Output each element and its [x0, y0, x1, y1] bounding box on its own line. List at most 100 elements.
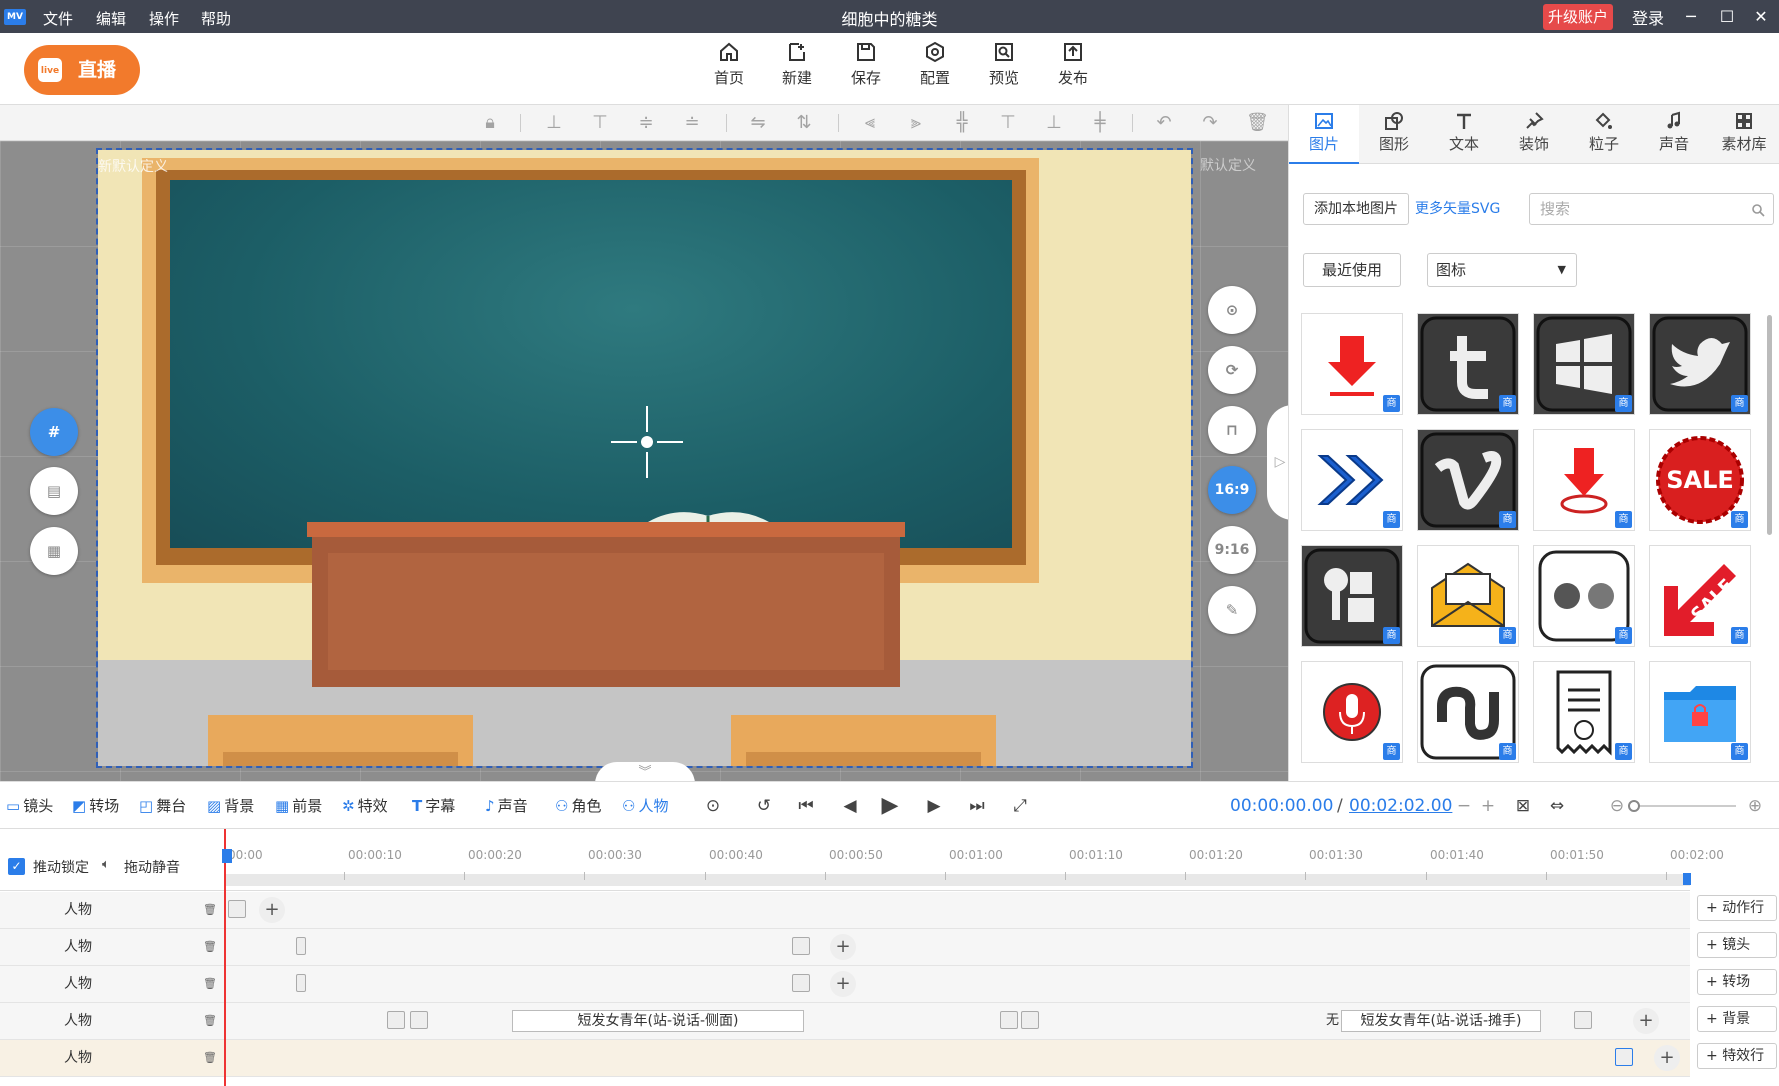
- add-camera-button[interactable]: + 镜头: [1697, 932, 1777, 958]
- ratio-9-16-button[interactable]: 9:16: [1208, 526, 1256, 574]
- total-time[interactable]: 00:02:02.00: [1349, 782, 1452, 830]
- tab-decorations[interactable]: 装饰: [1499, 105, 1569, 164]
- add-effect-row-button[interactable]: + 特效行: [1697, 1043, 1777, 1069]
- asset-item[interactable]: 商: [1417, 313, 1519, 415]
- keyframe[interactable]: [792, 937, 810, 955]
- trash-icon[interactable]: 🗑︎: [203, 1014, 217, 1027]
- calendar-icon[interactable]: ▦: [30, 527, 78, 575]
- ratio-16-9-button[interactable]: 16:9: [1208, 466, 1256, 514]
- home-button[interactable]: 首页: [699, 41, 759, 88]
- keyframe[interactable]: [228, 900, 246, 918]
- align-top-icon[interactable]: ⊤: [590, 113, 610, 133]
- add-background-button[interactable]: + 背景: [1697, 1006, 1777, 1032]
- zoom-slider-handle[interactable]: [1628, 800, 1640, 812]
- asset-item[interactable]: 商: [1649, 661, 1751, 763]
- add-transition-button[interactable]: + 转场: [1697, 969, 1777, 995]
- config-button[interactable]: 配置: [905, 41, 965, 88]
- keyframe[interactable]: [792, 974, 810, 992]
- keyframe[interactable]: [1000, 1011, 1018, 1029]
- asset-item[interactable]: 商: [1533, 661, 1635, 763]
- keyframe[interactable]: [1021, 1011, 1039, 1029]
- action-clip[interactable]: 短发女青年(站-说话-摊手): [1341, 1010, 1541, 1032]
- asset-item[interactable]: 商: [1533, 313, 1635, 415]
- tl-tab-character[interactable]: ⚇ 人物: [622, 782, 668, 830]
- align-center-v-icon[interactable]: ⊥: [544, 113, 564, 133]
- asset-item[interactable]: SALE 商: [1649, 429, 1751, 531]
- rotate-icon[interactable]: ⟳: [1208, 346, 1256, 394]
- tl-tab-role[interactable]: ⚇ 角色: [555, 782, 601, 830]
- live-button[interactable]: live 直播: [24, 45, 140, 95]
- reset-icon[interactable]: ↺: [753, 795, 775, 817]
- tl-tab-background[interactable]: ▨ 背景: [207, 782, 254, 830]
- lock-icon[interactable]: 🔒︎: [480, 113, 500, 133]
- delete-icon[interactable]: 🗑︎: [1246, 113, 1269, 133]
- panel-scrollbar[interactable]: [1767, 315, 1772, 535]
- tab-text[interactable]: 文本: [1429, 105, 1499, 164]
- tl-tab-foreground[interactable]: ▦ 前景: [275, 782, 322, 830]
- keyframe[interactable]: [387, 1011, 405, 1029]
- keyframe[interactable]: [296, 937, 306, 955]
- tl-tab-sound[interactable]: ♪ 声音: [485, 782, 528, 830]
- asset-item[interactable]: 商: [1301, 661, 1403, 763]
- action-clip[interactable]: 短发女青年(站-说话-侧面): [512, 1010, 804, 1032]
- trash-icon[interactable]: 🗑︎: [203, 940, 217, 953]
- add-keyframe-button[interactable]: +: [259, 897, 285, 923]
- align-left-icon[interactable]: ⫷: [860, 113, 880, 133]
- step-forward-icon[interactable]: ▶︎: [923, 795, 945, 817]
- fullscreen-icon[interactable]: ⤢: [1009, 795, 1031, 817]
- crop-icon[interactable]: ⊠: [1512, 795, 1534, 817]
- trash-icon[interactable]: 🗑︎: [203, 903, 217, 916]
- tl-tab-effects[interactable]: ✲ 特效: [342, 782, 388, 830]
- scrub-bar[interactable]: [224, 874, 1690, 886]
- trash-icon[interactable]: 🗑︎: [203, 977, 217, 990]
- menu-operate[interactable]: 操作: [149, 0, 179, 33]
- camera-icon[interactable]: ⊙: [1208, 286, 1256, 334]
- distribute-h-icon[interactable]: ≐: [682, 113, 702, 133]
- tab-sounds[interactable]: 声音: [1639, 105, 1709, 164]
- menu-help[interactable]: 帮助: [201, 0, 231, 33]
- search-icon[interactable]: [1751, 203, 1765, 217]
- asset-item[interactable]: 商: [1301, 429, 1403, 531]
- upgrade-account-button[interactable]: 升级账户: [1543, 4, 1613, 30]
- more-svg-link[interactable]: 更多矢量SVG: [1415, 193, 1500, 225]
- asset-item[interactable]: 商: [1533, 429, 1635, 531]
- asset-item[interactable]: 商: [1301, 313, 1403, 415]
- layers-icon[interactable]: ▤: [30, 467, 78, 515]
- asset-item[interactable]: 商: [1417, 545, 1519, 647]
- asset-item[interactable]: 商: [1649, 313, 1751, 415]
- more-icon[interactable]: ⊙: [702, 795, 724, 817]
- drag-lock-checkbox[interactable]: ✓: [8, 858, 25, 875]
- tab-particles[interactable]: 粒子: [1569, 105, 1639, 164]
- edit-icon[interactable]: ✎: [1208, 586, 1256, 634]
- playhead-handle[interactable]: [222, 849, 232, 863]
- zoom-out-icon[interactable]: ⊖: [1606, 795, 1628, 817]
- keyframe[interactable]: [1615, 1048, 1633, 1066]
- tab-shapes[interactable]: 图形: [1359, 105, 1429, 164]
- fit-width-icon[interactable]: ⇔: [1546, 795, 1568, 817]
- play-icon[interactable]: ▶︎: [879, 795, 901, 817]
- add-keyframe-button[interactable]: +: [1633, 1008, 1659, 1034]
- keyframe[interactable]: [1574, 1011, 1592, 1029]
- distribute-v-icon[interactable]: ≑: [636, 113, 656, 133]
- tl-tab-subtitles[interactable]: T 字幕: [412, 782, 455, 830]
- minus-icon[interactable]: −: [1453, 795, 1475, 817]
- menu-edit[interactable]: 编辑: [96, 0, 126, 33]
- range-end-handle[interactable]: [1683, 873, 1691, 885]
- maximize-button[interactable]: ☐: [1716, 6, 1738, 28]
- close-button[interactable]: ✕: [1750, 6, 1772, 28]
- skip-end-icon[interactable]: ⏭︎: [966, 795, 988, 817]
- step-back-icon[interactable]: ◀︎: [839, 795, 861, 817]
- asset-item[interactable]: 商: [1417, 429, 1519, 531]
- category-select[interactable]: 图标 ▼: [1427, 253, 1577, 287]
- unlock-icon[interactable]: ⊓: [1208, 406, 1256, 454]
- menu-file[interactable]: 文件: [43, 0, 73, 33]
- scene-canvas[interactable]: 新默认定义: [96, 148, 1193, 768]
- grid-icon[interactable]: #: [30, 408, 78, 456]
- align-middle-icon[interactable]: ╪: [1090, 113, 1110, 133]
- zoom-slider[interactable]: [1632, 805, 1736, 807]
- undo-icon[interactable]: ↶: [1154, 113, 1174, 133]
- add-keyframe-button[interactable]: +: [830, 971, 856, 997]
- zoom-in-icon[interactable]: ⊕: [1744, 795, 1766, 817]
- flip-v-icon[interactable]: ⇅: [794, 113, 814, 133]
- save-button[interactable]: 保存: [836, 41, 896, 88]
